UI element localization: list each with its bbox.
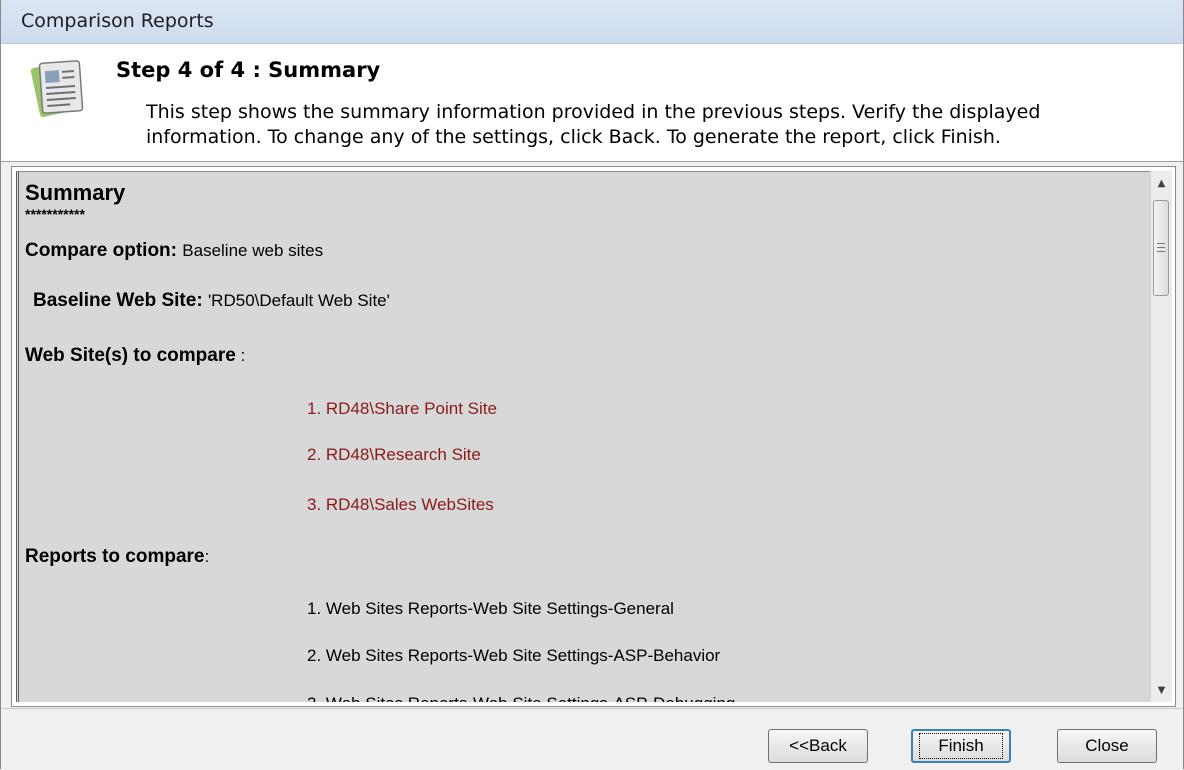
compare-option-value: Baseline web sites <box>182 241 324 260</box>
summary-divider: *********** <box>25 206 85 222</box>
reports-row: Reports to compare: <box>25 546 210 567</box>
vertical-scrollbar[interactable]: ▲ ▼ <box>1150 171 1172 702</box>
scroll-down-arrow-icon[interactable]: ▼ <box>1151 680 1172 700</box>
site-item: 2. RD48\Research Site <box>307 445 481 464</box>
button-bar: <<Back Finish Close <box>1 708 1183 770</box>
reports-label: Reports to compare <box>25 546 205 567</box>
baseline-label: Baseline Web Site <box>33 290 197 311</box>
summary-heading: Summary <box>25 180 126 205</box>
sites-row: Web Site(s) to compare : <box>25 345 246 366</box>
finish-button[interactable]: Finish <box>911 729 1011 763</box>
compare-option-label: Compare option <box>25 240 171 261</box>
site-item: 3. RD48\Sales WebSites <box>307 495 494 514</box>
step-description: This step shows the summary information … <box>146 101 1041 148</box>
baseline-row: Baseline Web Site: 'RD50\Default Web Sit… <box>33 290 390 311</box>
window-title: Comparison Reports <box>21 10 214 32</box>
sites-label: Web Site(s) to compare <box>25 345 236 366</box>
site-item: 1. RD48\Share Point Site <box>307 399 497 418</box>
summary-panel: Summary *********** Compare option: Base… <box>11 166 1176 707</box>
report-item: 2. Web Sites Reports-Web Site Settings-A… <box>307 646 721 665</box>
scroll-thumb[interactable] <box>1153 200 1169 296</box>
scroll-up-arrow-icon[interactable]: ▲ <box>1151 173 1172 193</box>
report-item: 3. Web Sites Reports-Web Site Settings-A… <box>307 694 735 702</box>
close-button[interactable]: Close <box>1057 729 1157 763</box>
compare-option-row: Compare option: Baseline web sites <box>25 240 324 261</box>
title-bar: Comparison Reports <box>1 0 1183 44</box>
back-button[interactable]: <<Back <box>768 729 868 763</box>
report-document-icon <box>30 60 84 118</box>
wizard-header: Step 4 of 4 : Summary This step shows th… <box>1 44 1183 162</box>
baseline-value: 'RD50\Default Web Site' <box>207 291 390 310</box>
comparison-reports-window: Comparison Reports Step 4 of 4 : Summary… <box>0 0 1184 770</box>
step-title: Step 4 of 4 : Summary <box>116 58 381 82</box>
report-item: 1. Web Sites Reports-Web Site Settings-G… <box>307 599 674 618</box>
finish-button-label: Finish <box>919 733 1003 759</box>
summary-content: Summary *********** Compare option: Base… <box>16 171 1152 702</box>
